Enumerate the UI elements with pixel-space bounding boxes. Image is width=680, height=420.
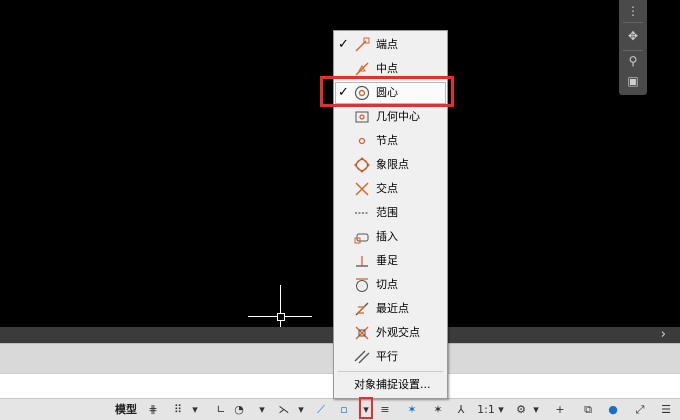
annotation-monitor-icon[interactable]: + <box>552 401 568 418</box>
navbar-icon[interactable]: ⋮ <box>619 2 647 20</box>
auto-scale-icon[interactable]: ✶ <box>430 401 446 418</box>
menu-item-label: 交点 <box>376 182 398 195</box>
menu-item-label: 平行 <box>376 350 398 363</box>
intersection-snap-icon <box>355 182 369 196</box>
model-tab[interactable]: 模型 <box>112 401 140 418</box>
menu-item-label: 象限点 <box>376 158 409 171</box>
isolate-objects-icon[interactable]: ⧉ <box>580 401 596 418</box>
polar-tracking-icon[interactable]: ◔ <box>232 401 246 418</box>
insertion-snap-icon <box>354 233 369 244</box>
highlight-box-center-item <box>320 76 454 107</box>
highlight-box-snap-dropdown <box>359 397 373 419</box>
chevron-down-icon[interactable]: ▾ <box>296 401 306 418</box>
hardware-acceleration-icon[interactable]: ● <box>605 401 621 418</box>
menu-item-label: 切点 <box>376 278 398 291</box>
chevron-down-icon[interactable]: ▾ <box>190 401 200 418</box>
annotation-visibility-icon[interactable]: ✶ <box>404 401 420 418</box>
customization-menu-icon[interactable]: ☰ <box>658 401 674 418</box>
menu-item-parallel[interactable]: 平行 <box>334 345 447 369</box>
object-snap-tracking-icon[interactable]: ⟋ <box>314 401 328 418</box>
status-bar: 模型 ⋕ ⠿ ▾ ∟ ◔ ▾ ⋋ ▾ ⟋ ▫ ▾ ≡ ✶ ✶ ⅄ 1:1 ▾ ⚙… <box>0 398 680 420</box>
object-snap-settings-item[interactable]: 对象捕捉设置... <box>334 373 447 397</box>
menu-item-label: 范围 <box>376 206 398 219</box>
midpoint-snap-icon <box>355 62 369 76</box>
chevron-down-icon[interactable]: ▾ <box>496 401 506 418</box>
menu-divider <box>338 371 443 372</box>
extension-snap-icon <box>355 212 369 214</box>
menu-item-nearest[interactable]: 最近点 <box>334 297 447 321</box>
menu-item-intersection[interactable]: 交点 <box>334 177 447 201</box>
menu-item-label: 插入 <box>376 230 398 243</box>
isodraft-icon[interactable]: ⋋ <box>276 401 292 418</box>
apparent-intersection-snap-icon <box>355 326 369 340</box>
node-snap-icon <box>358 137 366 145</box>
menu-item-apparent-intersection[interactable]: 外观交点 <box>334 321 447 345</box>
crosshair-pickbox <box>277 313 285 321</box>
menu-item-label: 几何中心 <box>376 110 420 123</box>
zoom-icon[interactable]: ⚲ <box>619 52 647 70</box>
menu-item-label: 最近点 <box>376 302 409 315</box>
workspace-gear-icon[interactable]: ⚙ <box>513 401 529 418</box>
menu-item-quadrant[interactable]: 象限点 <box>334 153 447 177</box>
menu-item-extension[interactable]: 范围 <box>334 201 447 225</box>
snap-mode-icon[interactable]: ⠿ <box>168 401 188 418</box>
menu-item-endpoint[interactable]: ✓ 端点 <box>334 33 447 57</box>
menu-item-insertion[interactable]: 插入 <box>334 225 447 249</box>
perpendicular-snap-icon <box>356 256 368 267</box>
chevron-down-icon[interactable]: ▾ <box>531 401 541 418</box>
scroll-right-icon[interactable]: › <box>661 327 666 343</box>
menu-item-geometric-center[interactable]: 几何中心 <box>334 105 447 129</box>
menu-item-label: 对象捕捉设置... <box>354 378 431 391</box>
lineweight-icon[interactable]: ≡ <box>377 401 393 418</box>
parallel-snap-icon <box>354 350 370 364</box>
menu-item-tangent[interactable]: 切点 <box>334 273 447 297</box>
scale-label[interactable]: 1:1 <box>476 401 496 418</box>
annotation-scale-icon[interactable]: ⅄ <box>453 401 469 418</box>
chevron-down-icon[interactable]: ▾ <box>257 401 267 418</box>
navigation-bar: ⋮ ✥ ⚲ ▣ <box>619 0 647 95</box>
nearest-snap-icon <box>355 302 369 316</box>
showmotion-icon[interactable]: ▣ <box>619 72 647 90</box>
clean-screen-icon[interactable]: ⤢ <box>632 401 648 418</box>
menu-item-perpendicular[interactable]: 垂足 <box>334 249 447 273</box>
tangent-snap-icon <box>356 278 368 292</box>
grid-icon[interactable]: ⋕ <box>146 401 160 418</box>
pan-icon[interactable]: ✥ <box>619 27 647 45</box>
object-snap-icon[interactable]: ▫ <box>337 401 351 418</box>
menu-item-label: 端点 <box>376 38 398 51</box>
geometric-center-snap-icon <box>355 111 369 123</box>
menu-item-label: 外观交点 <box>376 326 420 339</box>
quadrant-snap-icon <box>354 157 370 173</box>
check-icon: ✓ <box>338 37 349 52</box>
ortho-icon[interactable]: ∟ <box>214 401 228 418</box>
endpoint-snap-icon <box>355 37 370 52</box>
menu-item-node[interactable]: 节点 <box>334 129 447 153</box>
menu-item-label: 节点 <box>376 134 398 147</box>
menu-item-label: 垂足 <box>376 254 398 267</box>
